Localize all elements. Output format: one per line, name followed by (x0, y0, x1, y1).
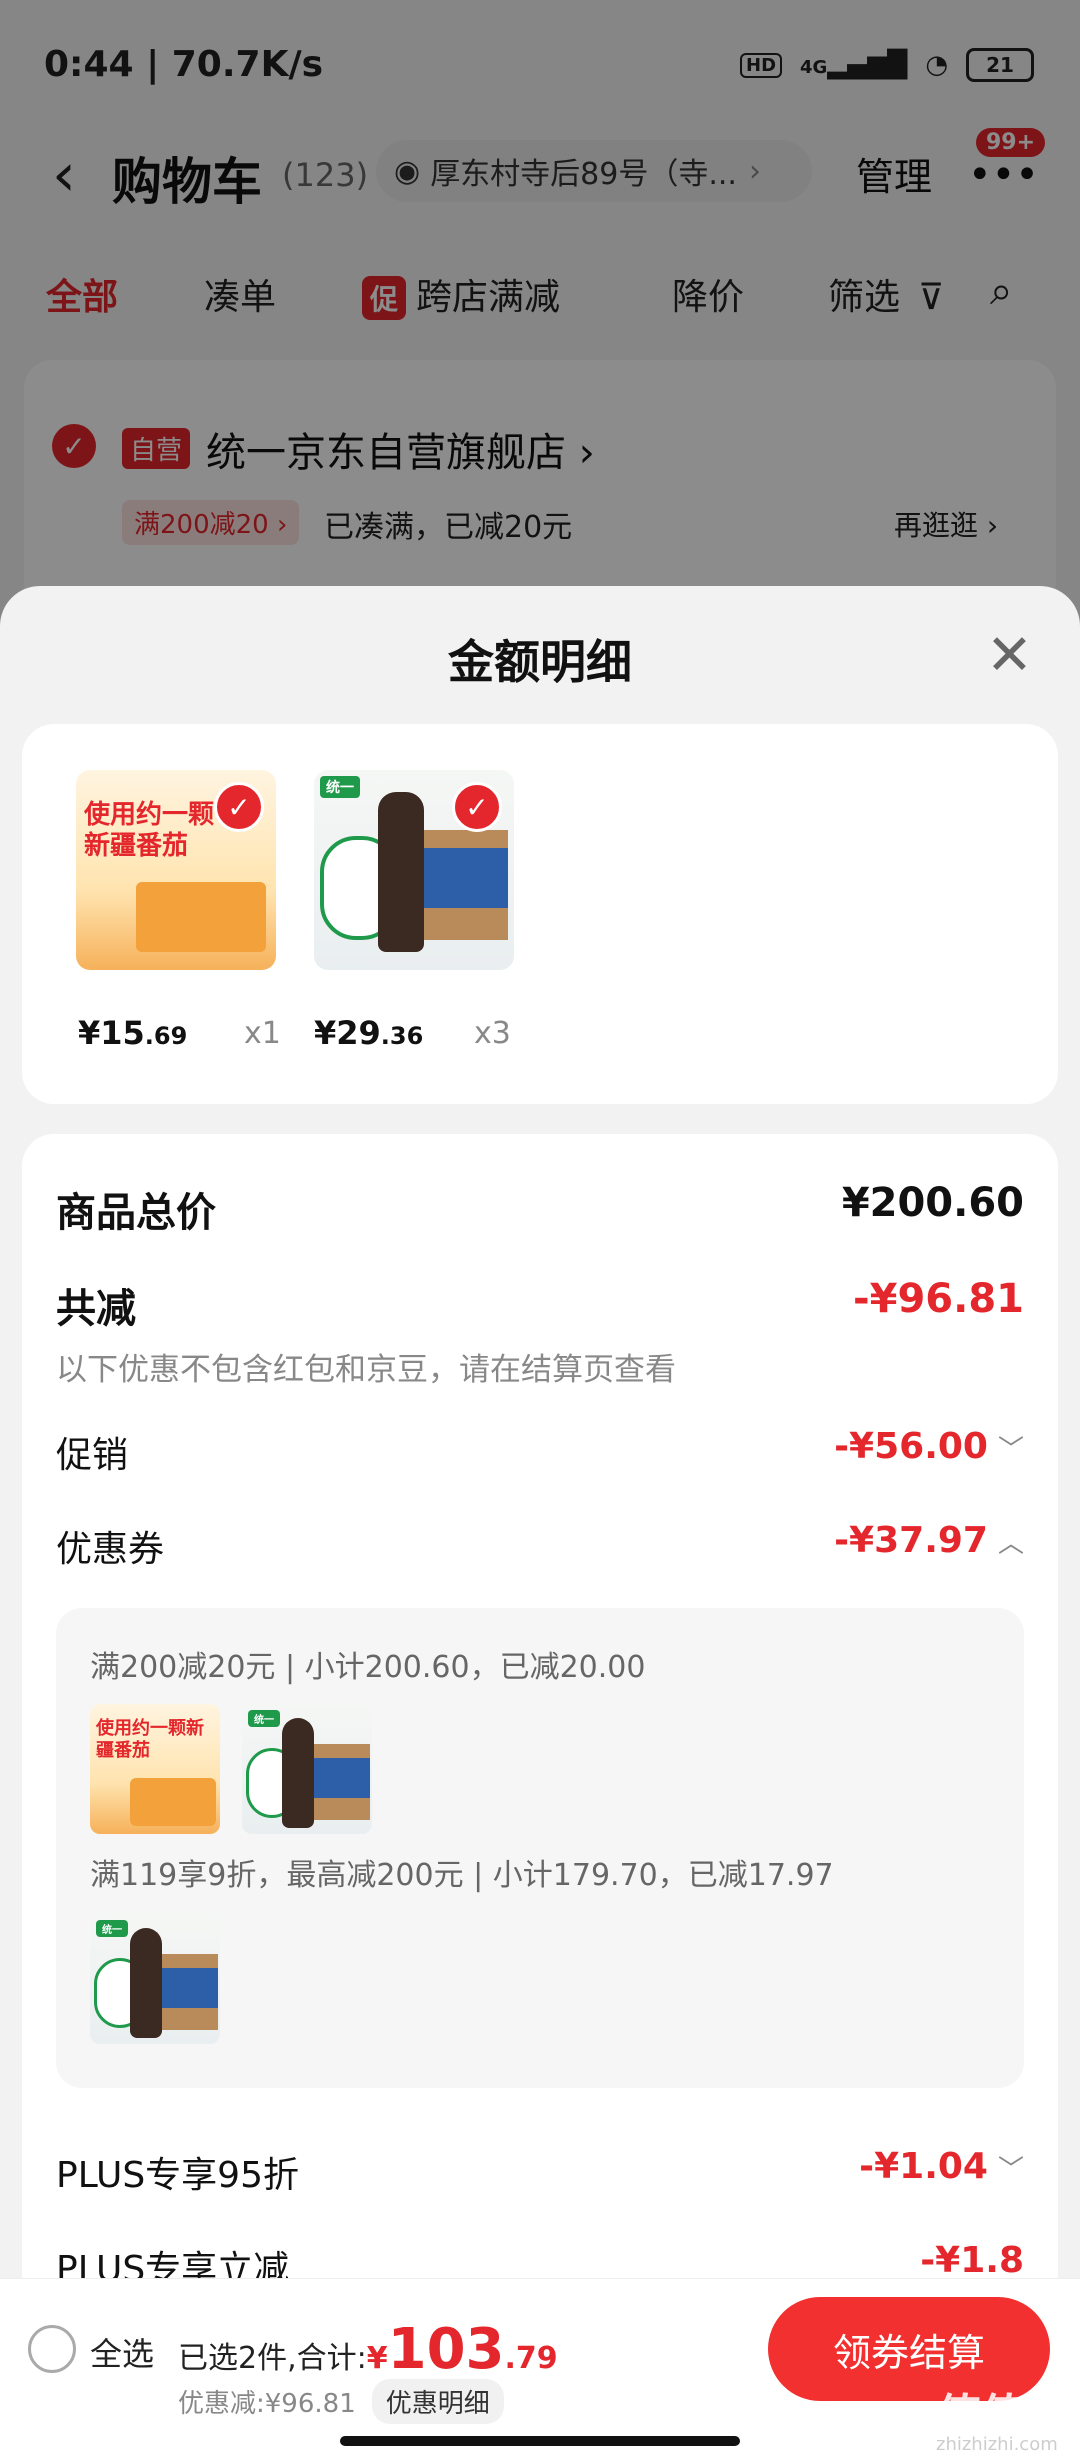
selection-summary: 已选2件,合计:¥103.79 (178, 2317, 558, 2382)
product-qty: x1 (244, 1016, 281, 1051)
plus95-value: -¥1.04 (859, 2146, 988, 2187)
close-icon[interactable]: ✕ (986, 628, 1033, 684)
selected-check-icon: ✓ (214, 782, 264, 832)
chevron-down-icon: ﹀ (997, 2155, 1024, 2185)
home-indicator[interactable] (340, 2436, 740, 2446)
discount-note: 以下优惠不包含红包和京豆，请在结算页查看 (56, 1352, 676, 1388)
product-image-noodles[interactable]: 使用约一颗新疆番茄 ✓ (76, 770, 276, 970)
coupon-product-image: 统一 (90, 1914, 220, 2044)
coupon-product-image: 统一 (242, 1704, 372, 1834)
select-all-label[interactable]: 全选 (90, 2329, 154, 2375)
coupon-row[interactable]: 优惠券 -¥37.97 ︿ (56, 1520, 1024, 1576)
chevron-up-icon: ︿ (997, 1529, 1024, 1559)
total-price-row: 商品总价 ¥200.60 (56, 1180, 1024, 1240)
promo-label: 促销 (56, 1435, 129, 1476)
total-amount: ¥103.79 (366, 2317, 558, 2382)
select-all-checkbox[interactable] (28, 2325, 76, 2373)
coupon-value: -¥37.97 (834, 1520, 988, 1561)
saving-info: 优惠减:¥96.81 优惠明细 (178, 2379, 504, 2424)
chevron-down-icon: ﹀ (997, 1435, 1024, 1465)
coupon-line: 满119享9折，最高减200元 | 小计179.70，已减17.97 (90, 1858, 834, 1893)
product-price: ¥15.69 (78, 1014, 188, 1052)
product-image-tea[interactable]: 统一 ✓ (314, 770, 514, 970)
discount-detail-button[interactable]: 优惠明细 (371, 2379, 504, 2424)
product-qty: x3 (474, 1016, 511, 1051)
checkout-bar: 全选 已选2件,合计:¥103.79 优惠减:¥96.81 优惠明细 领券结算 (0, 2278, 1080, 2461)
coupon-detail-box: 满200减20元 | 小计200.60，已减20.00 使用约一颗新疆番茄 统一… (56, 1608, 1024, 2088)
plus-off-value: -¥1.8 (920, 2240, 1024, 2281)
promo-row[interactable]: 促销 -¥56.00 ﹀ (56, 1426, 1024, 1482)
watermark-url: zhizhizhi.com (936, 2434, 1058, 2455)
product-card: 使用约一颗新疆番茄 ✓ 统一 ✓ ¥15.69 x1 ¥29.36 x3 (22, 724, 1058, 1104)
selected-check-icon: ✓ (452, 782, 502, 832)
discount-row: 共减 -¥96.81 (56, 1276, 1024, 1336)
total-price-value: ¥200.60 (841, 1180, 1024, 1226)
coupon-line: 满200减20元 | 小计200.60，已减20.00 (90, 1650, 646, 1685)
coupon-product-image: 使用约一颗新疆番茄 (90, 1704, 220, 1834)
plus95-row[interactable]: PLUS专享95折 -¥1.04 ﹀ (56, 2146, 1024, 2202)
discount-value: -¥96.81 (853, 1276, 1024, 1322)
amount-detail-card: 商品总价 ¥200.60 共减 -¥96.81 以下优惠不包含红包和京豆，请在结… (22, 1134, 1058, 2460)
plus95-label: PLUS专享95折 (56, 2155, 299, 2196)
discount-label: 共减 (56, 1286, 136, 1332)
total-price-label: 商品总价 (56, 1190, 216, 1236)
product-price: ¥29.36 (314, 1014, 424, 1052)
amount-detail-sheet: 金额明细 ✕ 使用约一颗新疆番茄 ✓ 统一 ✓ ¥15.69 x1 ¥29.36… (0, 586, 1080, 2460)
coupon-label: 优惠券 (56, 1529, 165, 1570)
promo-value: -¥56.00 (834, 1426, 988, 1467)
sheet-title: 金额明细 (448, 635, 632, 689)
